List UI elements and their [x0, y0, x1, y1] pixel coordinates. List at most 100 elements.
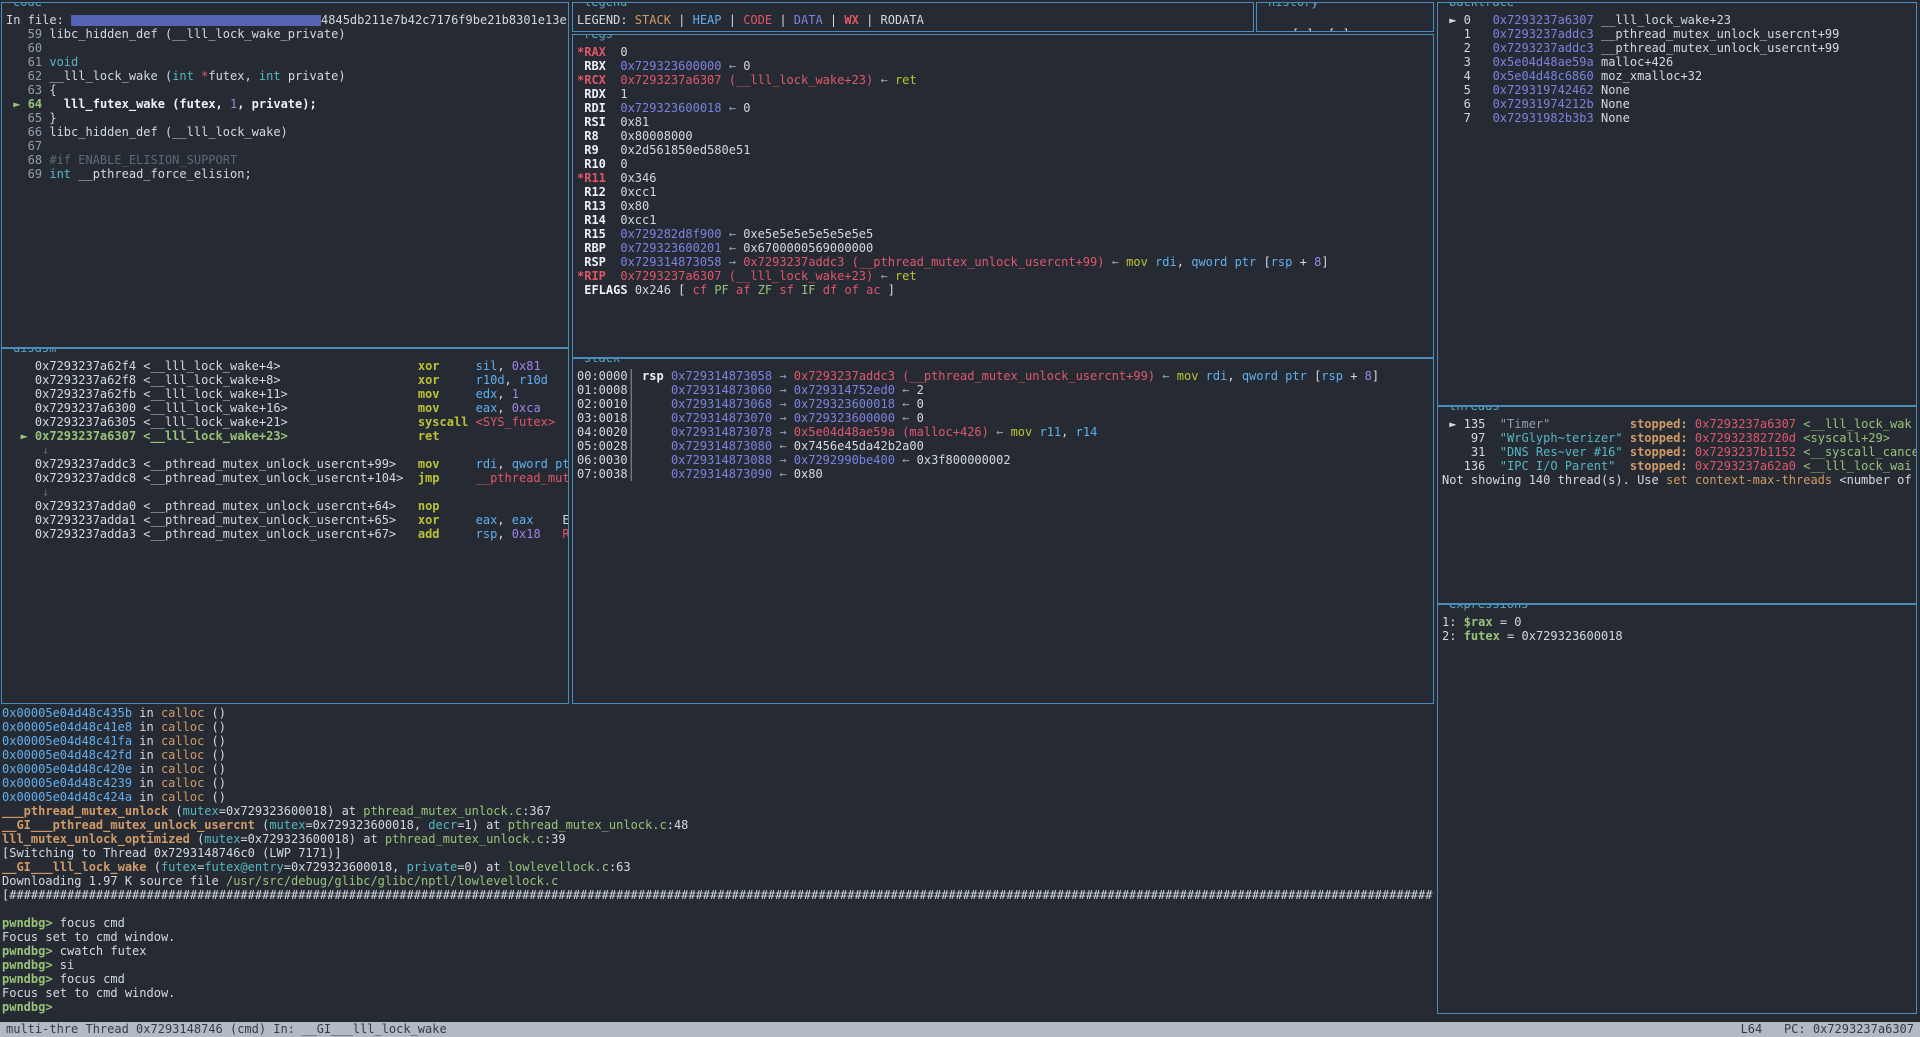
backtrace-panel-content: ► 0 0x7293237a6307 __lll_lock_wake+23 1 … [1442, 13, 1916, 405]
terminal-line: R14 0xcc1 [577, 213, 1433, 227]
terminal-line: 01:0008│ 0x729314873060 → 0x729314752ed0… [577, 383, 1433, 397]
terminal-line: pwndbg> si [2, 958, 1436, 972]
history-buttons: [←] [→] [1263, 13, 1350, 32]
history-panel: history [←] [→] [1256, 2, 1434, 32]
terminal-line: 2 0x7293237addc3 __pthread_mutex_unlock_… [1442, 41, 1916, 55]
status-bar-right: L64 PC: 0x7293237a6307 [1741, 1022, 1914, 1037]
terminal-line: 4 0x5e04d48c6860 moz_xmalloc+32 [1442, 69, 1916, 83]
terminal-line: Not showing 140 thread(s). Use set conte… [1442, 473, 1916, 487]
threads-panel: threads ► 135 "Timer" stopped: 0x7293237… [1437, 406, 1917, 604]
threads-panel-content: ► 135 "Timer" stopped: 0x7293237a6307 <_… [1442, 417, 1916, 603]
status-gap [1762, 1022, 1784, 1036]
terminal-line: 0x7293237a62f4 <__lll_lock_wake+4> xor s… [6, 359, 568, 373]
terminal-line: *RAX 0 [577, 45, 1433, 59]
terminal-line: pwndbg> focus cmd [2, 916, 1436, 930]
terminal-line: Focus set to cmd window. [2, 930, 1436, 944]
terminal-line: [#######################################… [2, 888, 1436, 902]
terminal-line: 0x7293237adda3 <__pthread_mutex_unlock_u… [6, 527, 568, 541]
stack-panel: stack 00:0000│ rsp 0x729314873058 → 0x72… [572, 358, 1434, 704]
stack-panel-title: stack [581, 358, 623, 365]
terminal-line: R15 0x729282d8f900 ← 0xe5e5e5e5e5e5e5e5 [577, 227, 1433, 241]
disasm-panel: disasm 0x7293237a62f4 <__lll_lock_wake+4… [1, 348, 569, 704]
terminal-line: 0x00005e04d48c420e in calloc () [2, 762, 1436, 776]
terminal-line: 67 [6, 139, 568, 153]
terminal-line: ► 135 "Timer" stopped: 0x7293237a6307 <_… [1442, 417, 1916, 431]
terminal-line: 0x00005e04d48c42fd in calloc () [2, 748, 1436, 762]
terminal-line: 0x7293237a62f8 <__lll_lock_wake+8> xor r… [6, 373, 568, 387]
disasm-panel-title: disasm [10, 348, 59, 355]
terminal-line: 3 0x5e04d48ae59a malloc+426 [1442, 55, 1916, 69]
terminal-line: ↓ [6, 443, 568, 457]
terminal-line: RDX 1 [577, 87, 1433, 101]
terminal-line: 66 libc_hidden_def (__lll_lock_wake) [6, 125, 568, 139]
code-panel-title: code [10, 2, 45, 9]
terminal-line: pwndbg> focus cmd [2, 972, 1436, 986]
terminal-line: ___pthread_mutex_unlock (mutex=0x7293236… [2, 804, 1436, 818]
backtrace-panel: backtrace ► 0 0x7293237a6307 __lll_lock_… [1437, 2, 1917, 406]
terminal-line: 0x7293237adda1 <__pthread_mutex_unlock_u… [6, 513, 568, 527]
terminal-line: 0x7293237addc8 <__pthread_mutex_unlock_u… [6, 471, 568, 485]
status-bar-left: multi-thre Thread 0x7293148746 (cmd) In:… [6, 1022, 447, 1037]
history-button-gap [1314, 27, 1328, 32]
terminal-line: LEGEND: STACK | HEAP | CODE | DATA | WX … [577, 13, 1253, 27]
terminal-line: In file: 4845db211e7b42c7176f9be21b8301e… [6, 13, 568, 27]
terminal-line: ► 0x7293237a6307 <__lll_lock_wake+23> re… [6, 429, 568, 443]
terminal-line: 0x7293237a6305 <__lll_lock_wake+21> sysc… [6, 415, 568, 429]
terminal-line: 136 "IPC I/O Parent" stopped: 0x7293237a… [1442, 459, 1916, 473]
terminal-line: 0x00005e04d48c41e8 in calloc () [2, 720, 1436, 734]
terminal-line: 6 0x72931974212b None [1442, 97, 1916, 111]
terminal-line: 0x7293237adda0 <__pthread_mutex_unlock_u… [6, 499, 568, 513]
terminal-line: R13 0x80 [577, 199, 1433, 213]
terminal-line: 97 "WrGlyph~terizer" stopped: 0x72932382… [1442, 431, 1916, 445]
history-forward-button[interactable]: [→] [1328, 27, 1350, 32]
expressions-panel-content: 1: $rax = 02: futex = 0x729323600018 [1442, 615, 1916, 1013]
code-panel-content: In file: 4845db211e7b42c7176f9be21b8301e… [6, 13, 568, 347]
terminal-line: 00:0000│ rsp 0x729314873058 → 0x7293237a… [577, 369, 1433, 383]
terminal-line: 07:0038│ 0x729314873090 ← 0x80 [577, 467, 1433, 481]
terminal-line: __GI___pthread_mutex_unlock_usercnt (mut… [2, 818, 1436, 832]
terminal-line: 03:0018│ 0x729314873070 → 0x729323600000… [577, 411, 1433, 425]
terminal-output[interactable]: 0x00005e04d48c435b in calloc ()0x00005e0… [2, 706, 1436, 1016]
terminal-line: Focus set to cmd window. [2, 986, 1436, 1000]
terminal-line: 0x00005e04d48c41fa in calloc () [2, 734, 1436, 748]
terminal-line: 31 "DNS Res~ver #16" stopped: 0x7293237b… [1442, 445, 1916, 459]
terminal-line: *RCX 0x7293237a6307 (__lll_lock_wake+23)… [577, 73, 1433, 87]
disasm-panel-content: 0x7293237a62f4 <__lll_lock_wake+4> xor s… [6, 359, 568, 703]
stack-panel-content: 00:0000│ rsp 0x729314873058 → 0x7293237a… [577, 369, 1433, 703]
code-panel: code In file: 4845db211e7b42c7176f9be21b… [1, 2, 569, 348]
registers-panel-title: regs [581, 34, 616, 41]
terminal-line: 5 0x729319742462 None [1442, 83, 1916, 97]
terminal-line: R9 0x2d561850ed580e51 [577, 143, 1433, 157]
terminal-line: ► 0 0x7293237a6307 __lll_lock_wake+23 [1442, 13, 1916, 27]
terminal-line: ► 64 lll_futex_wake (futex, 1, private); [6, 97, 568, 111]
status-line-indicator: L64 [1741, 1022, 1763, 1036]
terminal-line: 0x7293237a6300 <__lll_lock_wake+16> mov … [6, 401, 568, 415]
terminal-line: RDI 0x729323600018 ← 0 [577, 101, 1433, 115]
terminal-line: 05:0028│ 0x729314873080 ← 0x7456e45da42b… [577, 439, 1433, 453]
terminal-line: RBP 0x729323600201 ← 0x6700000569000000 [577, 241, 1433, 255]
terminal-line: 68 #if ENABLE_ELISION_SUPPORT [6, 153, 568, 167]
legend-panel-title: legend [581, 2, 630, 9]
legend-panel-content: LEGEND: STACK | HEAP | CODE | DATA | WX … [577, 13, 1253, 31]
terminal-line: 1 0x7293237addc3 __pthread_mutex_unlock_… [1442, 27, 1916, 41]
terminal-line: __GI___lll_lock_wake (futex=futex@entry=… [2, 860, 1436, 874]
backtrace-panel-title: backtrace [1446, 2, 1517, 9]
terminal-line: 59 libc_hidden_def (__lll_lock_wake_priv… [6, 27, 568, 41]
terminal-line: 1: $rax = 0 [1442, 615, 1916, 629]
terminal-line: 04:0020│ 0x729314873078 → 0x5e04d48ae59a… [577, 425, 1433, 439]
terminal-line: 0x00005e04d48c435b in calloc () [2, 706, 1436, 720]
history-back-button[interactable]: [←] [1292, 27, 1314, 32]
legend-panel: legend LEGEND: STACK | HEAP | CODE | DAT… [572, 2, 1254, 32]
status-bar: multi-thre Thread 0x7293148746 (cmd) In:… [0, 1022, 1920, 1037]
terminal-line: 0x7293237a62fb <__lll_lock_wake+11> mov … [6, 387, 568, 401]
terminal-line: 60 [6, 41, 568, 55]
expressions-panel-title: expressions [1446, 604, 1531, 611]
terminal-line: 63 { [6, 83, 568, 97]
terminal-line: *RIP 0x7293237a6307 (__lll_lock_wake+23)… [577, 269, 1433, 283]
terminal-line: pwndbg> cwatch futex [2, 944, 1436, 958]
terminal-line: RSI 0x81 [577, 115, 1433, 129]
terminal-line: pwndbg> [2, 1000, 1436, 1014]
terminal-line: Downloading 1.97 K source file /usr/src/… [2, 874, 1436, 888]
terminal-line: 0x00005e04d48c424a in calloc () [2, 790, 1436, 804]
registers-panel-content: *RAX 0 RBX 0x729323600000 ← 0*RCX 0x7293… [577, 45, 1433, 357]
